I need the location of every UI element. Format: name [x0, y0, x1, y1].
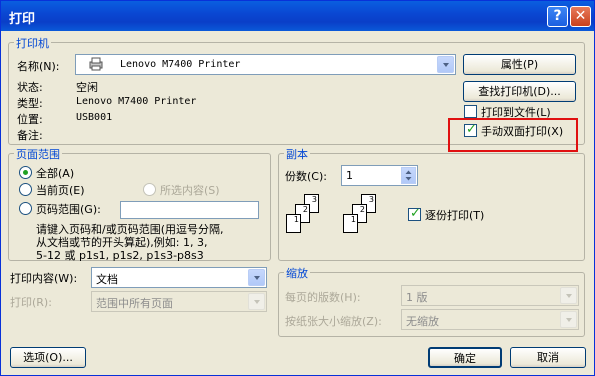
- chevron-down-icon: [437, 56, 454, 73]
- title-bar: 打印 ? ✕: [1, 1, 594, 31]
- page-range-all-label: 全部(A): [36, 167, 75, 180]
- collate-label: 逐份打印(T): [425, 209, 485, 222]
- copies-count-label: 份数(C):: [285, 170, 327, 183]
- copies-count-value: 1: [346, 169, 353, 182]
- cancel-button[interactable]: 取消: [510, 347, 586, 368]
- scale-value: 无缩放: [406, 315, 439, 328]
- print-range-label: 打印(R):: [10, 296, 52, 309]
- collate-checkbox[interactable]: [408, 206, 421, 221]
- printer-type-value: Lenovo M7400 Printer: [76, 96, 197, 107]
- scale-select[interactable]: 无缩放: [401, 309, 579, 330]
- chevron-down-icon: [248, 269, 265, 286]
- page-range-all-radio[interactable]: [19, 166, 32, 179]
- spinner-arrows-icon: [401, 167, 416, 184]
- page-range-selection-radio[interactable]: [143, 183, 156, 196]
- properties-button[interactable]: 属性(P): [463, 54, 576, 75]
- print-range-select[interactable]: 范围中所有页面: [91, 291, 267, 312]
- find-printer-button[interactable]: 查找打印机(D)...: [463, 81, 576, 102]
- chevron-down-icon: [248, 293, 265, 310]
- page-range-pages-input[interactable]: [120, 201, 259, 219]
- close-button[interactable]: ✕: [570, 6, 591, 27]
- print-dialog: 打印 ? ✕ 打印机 名称(N): Lenovo M7400 Printer 状…: [0, 0, 595, 376]
- collate-pages-icon: 3 2 1: [343, 194, 383, 234]
- print-to-file-checkbox[interactable]: [464, 105, 477, 118]
- print-what-select[interactable]: 文档: [91, 267, 267, 288]
- ok-button[interactable]: 确定: [428, 347, 502, 368]
- window-title: 打印: [9, 12, 36, 27]
- printer-name-label: 名称(N):: [17, 60, 60, 73]
- collate-pages-icon: 3 2 1: [286, 194, 326, 234]
- options-button[interactable]: 选项(O)...: [10, 347, 86, 368]
- printer-group-legend: 打印机: [14, 35, 51, 51]
- page-range-pages-label: 页码范围(G):: [36, 203, 101, 216]
- page-range-help-line3: 5-12 或 p1s1, p1s2, p1s3-p8s3: [36, 249, 204, 262]
- copies-legend: 副本: [284, 146, 310, 162]
- page-range-selection-label: 所选内容(S): [160, 184, 220, 197]
- print-what-label: 打印内容(W):: [10, 272, 78, 285]
- page-range-pages-radio[interactable]: [19, 202, 32, 215]
- page-range-current-radio[interactable]: [19, 183, 32, 196]
- highlight-box: [448, 118, 578, 152]
- printer-location-label: 位置:: [17, 113, 43, 126]
- printer-comment-label: 备注:: [17, 129, 43, 142]
- printer-icon: [88, 57, 104, 71]
- help-button[interactable]: ?: [547, 6, 568, 27]
- printer-name-select[interactable]: Lenovo M7400 Printer: [75, 54, 456, 75]
- printer-name-value: Lenovo M7400 Printer: [120, 59, 241, 70]
- print-what-value: 文档: [96, 273, 118, 286]
- chevron-down-icon: [560, 311, 577, 328]
- print-range-value: 范围中所有页面: [96, 297, 173, 310]
- pages-per-sheet-value: 1 版: [406, 291, 428, 304]
- printer-status-value: 空闲: [76, 81, 98, 94]
- zoom-legend: 缩放: [284, 265, 310, 281]
- chevron-down-icon: [560, 287, 577, 304]
- printer-status-label: 状态:: [17, 81, 43, 94]
- pages-per-sheet-label: 每页的版数(H):: [285, 291, 361, 304]
- page-range-legend: 页面范围: [14, 146, 62, 162]
- pages-per-sheet-select[interactable]: 1 版: [401, 285, 579, 306]
- scale-label: 按纸张大小缩放(Z):: [285, 315, 382, 328]
- printer-type-label: 类型:: [17, 97, 43, 110]
- page-range-current-label: 当前页(E): [36, 184, 85, 197]
- copies-count-spinner[interactable]: 1: [341, 165, 418, 186]
- printer-location-value: USB001: [76, 112, 113, 123]
